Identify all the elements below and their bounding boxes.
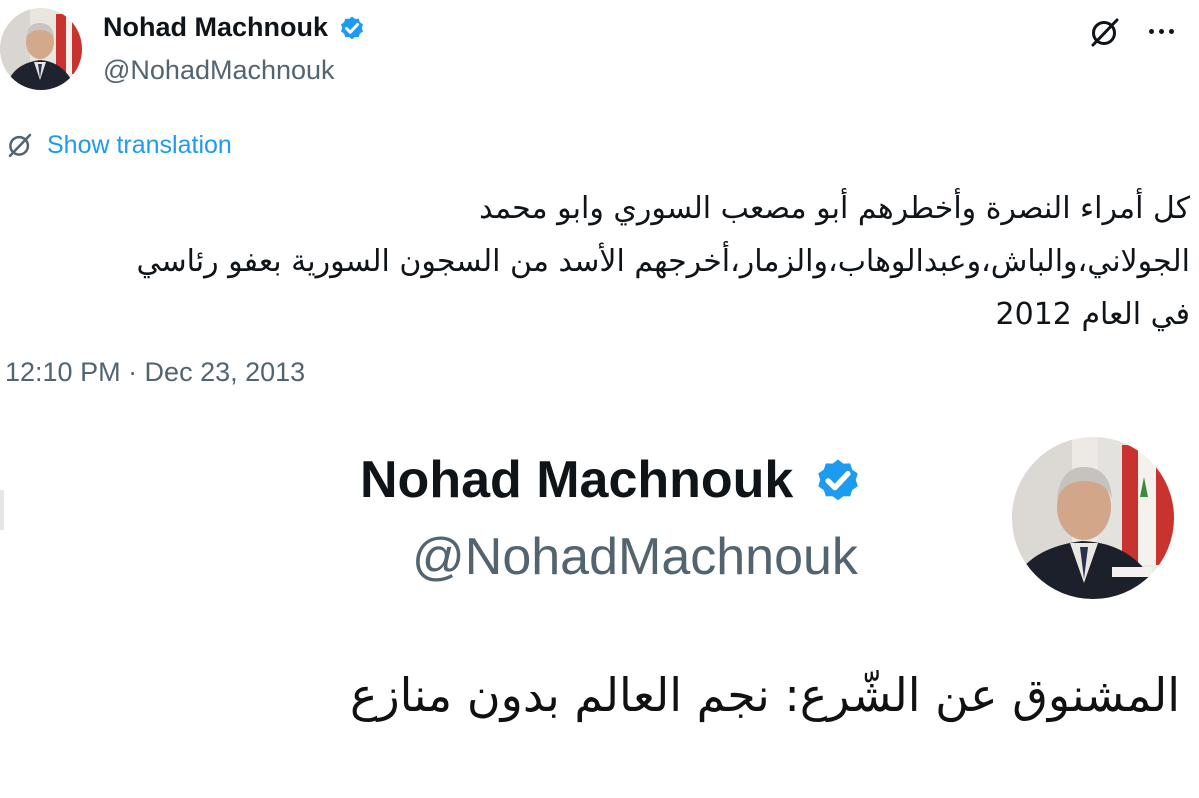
zoomed-author-avatar (1012, 437, 1174, 599)
zoomed-author-handle: @NohadMachnouk (412, 528, 858, 586)
show-translation-label: Show translation (47, 130, 232, 159)
grok-translate-icon (8, 133, 32, 158)
verified-badge-icon (341, 16, 364, 39)
zoomed-author-name-text: Nohad Machnouk (360, 451, 794, 509)
tweet-text-line: كل أمراء النصرة وأخطرهم أبو مصعب السوري … (479, 191, 1190, 226)
author-handle[interactable]: @NohadMachnouk (103, 55, 335, 86)
author-avatar[interactable] (0, 8, 82, 90)
profile-photo (0, 8, 82, 90)
image-caption: المشنوق عن الشّرع: نجم العالم بدون منازع (350, 668, 1180, 722)
tweet-timestamp[interactable]: 12:10 PM · Dec 23, 2013 (5, 357, 305, 388)
author-name-text: Nohad Machnouk (103, 12, 329, 42)
author-name[interactable]: Nohad Machnouk (103, 12, 367, 43)
profile-photo (1012, 437, 1174, 599)
more-options-icon[interactable] (1141, 14, 1181, 48)
grok-icon[interactable] (1087, 14, 1123, 50)
show-translation-link[interactable]: Show translation (5, 130, 232, 160)
divider (0, 490, 4, 530)
verified-badge-icon (818, 459, 859, 501)
zoomed-author-name: Nohad Machnouk (360, 450, 865, 510)
tweet-text-line: الجولاني،والباش،وعبدالوهاب،والزمار،أخرجه… (136, 244, 1190, 279)
tweet-text-line: في العام 2012 (995, 297, 1190, 332)
tweet-text: كل أمراء النصرة وأخطرهم أبو مصعب السوري … (136, 182, 1190, 341)
